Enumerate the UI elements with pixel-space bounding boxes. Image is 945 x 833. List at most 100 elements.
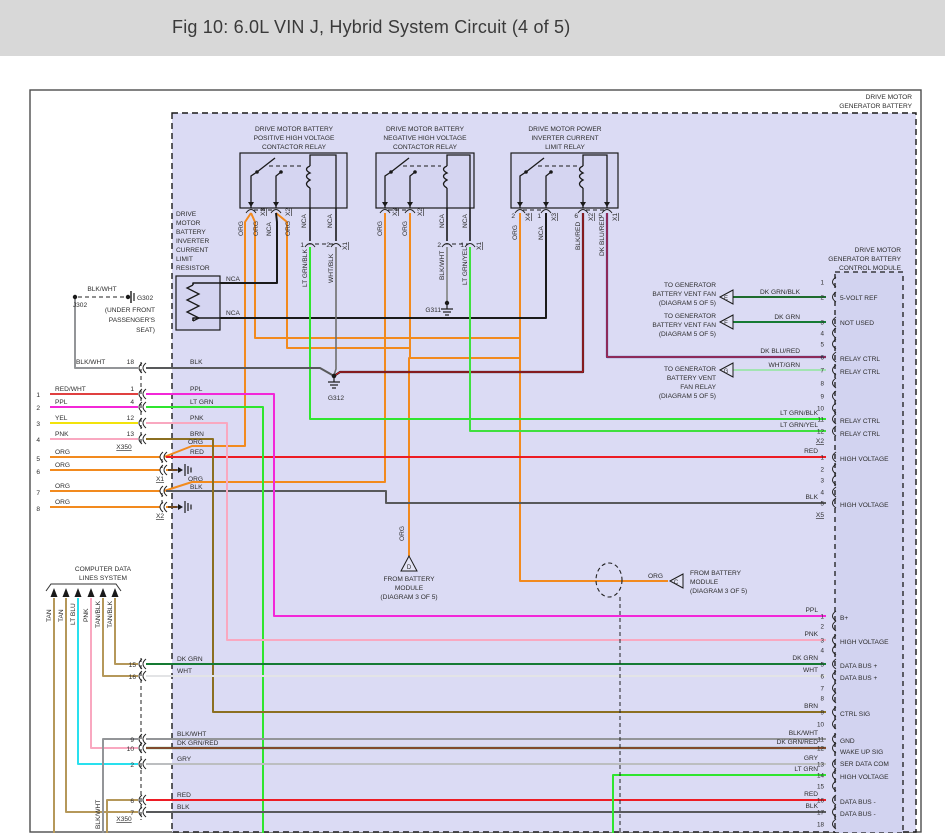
module-pin-a-number-5: 5: [820, 342, 824, 349]
label-g302: G302: [137, 295, 153, 302]
label-x350: X350: [116, 444, 132, 451]
label-drive-motor: DRIVE MOTOR: [866, 94, 913, 101]
label-data-bus: DATA BUS -: [840, 811, 876, 818]
label-to-generator: TO GENERATOR: [664, 313, 716, 320]
label-dk-grn: DK GRN: [792, 655, 818, 662]
label-red: RED: [190, 449, 204, 456]
label-e: E: [724, 296, 728, 302]
label-tan: TAN: [58, 609, 65, 622]
label-b: B+: [840, 615, 848, 622]
label-org: ORG: [188, 476, 203, 483]
relay2-internal-dot2: [413, 170, 417, 174]
label-nca: NCA: [266, 221, 273, 236]
module-pin-a-number-2: 2: [820, 295, 824, 302]
label-diagram-5-of-5: (DIAGRAM 5 OF 5): [659, 331, 716, 338]
label-relay-ctrl: RELAY CTRL: [840, 431, 880, 438]
label-blk: BLK: [190, 484, 203, 491]
label-gry: GRY: [804, 755, 819, 762]
label-wht: WHT: [803, 667, 818, 674]
label-fan-relay: FAN RELAY: [680, 384, 716, 391]
label-battery-vent-fan: BATTERY VENT FAN: [652, 322, 716, 329]
label-nca: NCA: [301, 213, 308, 228]
label-g312: G312: [328, 395, 344, 402]
module-pin-c-number-5: 5: [820, 662, 824, 669]
label-battery-vent-fan: BATTERY VENT FAN: [652, 291, 716, 298]
label-c: C: [674, 580, 679, 586]
label-g311: G311: [425, 307, 441, 314]
label-to-generator: TO GENERATOR: [664, 282, 716, 289]
module-pin-a-number-8: 8: [820, 381, 824, 388]
label-lt-grn-blk: LT GRN/BLK: [780, 410, 818, 417]
label-org: ORG: [55, 462, 70, 469]
label-nca: NCA: [226, 310, 241, 317]
label-data-bus: DATA BUS -: [840, 799, 876, 806]
wire-org-relay2b: [409, 213, 410, 556]
label-diagram-3-of-5: (DIAGRAM 3 OF 5): [690, 588, 747, 595]
label-current: CURRENT: [176, 247, 208, 254]
module-pin-a-number-3: 3: [820, 320, 824, 327]
label-dk-grn: DK GRN: [774, 314, 800, 321]
wiring-diagram: 1234567891011121234512345678910111213141…: [0, 0, 945, 833]
label-pnk: PNK: [83, 608, 90, 622]
label-drive: DRIVE: [176, 211, 197, 218]
label-nca: NCA: [439, 213, 446, 228]
label-passenger-s: PASSENGER'S: [109, 317, 156, 324]
label-high-voltage: HIGH VOLTAGE: [840, 639, 889, 646]
label-high-voltage: HIGH VOLTAGE: [840, 456, 889, 463]
label-inverter: INVERTER: [176, 238, 209, 245]
label-resistor: RESISTOR: [176, 265, 210, 272]
label-x4: X4: [525, 213, 532, 221]
label-ppl: PPL: [190, 386, 203, 393]
label-pnk: PNK: [190, 415, 204, 422]
label-x5: X5: [816, 512, 824, 519]
module-pin-b-number-4: 4: [820, 490, 824, 497]
label-x2: X2: [156, 513, 164, 520]
label-org: ORG: [253, 221, 260, 236]
label-10: 10: [127, 746, 135, 753]
junction-dot-2: [332, 374, 336, 378]
label-positive-high-voltage: POSITIVE HIGH VOLTAGE: [254, 135, 335, 142]
module-pin-c-number-3: 3: [820, 638, 824, 645]
label-blk-wht: BLK/WHT: [87, 286, 116, 293]
label-negative-high-voltage: NEGATIVE HIGH VOLTAGE: [383, 135, 467, 142]
label-drive-motor-power: DRIVE MOTOR POWER: [528, 126, 601, 133]
module-pin-c-number-11: 11: [817, 737, 824, 744]
label-tan-blk: TAN/BLK: [95, 600, 102, 628]
module-pin-a-number-10: 10: [817, 406, 825, 413]
label-relay-ctrl: RELAY CTRL: [840, 356, 880, 363]
module-pin-c-number-16: 16: [817, 798, 825, 805]
resistor-box: [176, 276, 220, 330]
label-lt-grn-blk: LT GRN/BLK: [302, 249, 309, 287]
module-pin-c-number-7: 7: [820, 686, 824, 693]
module-pin-c-number-14: 14: [817, 773, 825, 780]
label-contactor-relay: CONTACTOR RELAY: [393, 144, 458, 151]
label-3: 3: [36, 421, 40, 428]
module-pin-a-number-4: 4: [820, 331, 824, 338]
relay3-box: [511, 153, 618, 208]
module-pin-c-number-8: 8: [820, 696, 824, 703]
label-not-used: NOT USED: [840, 320, 874, 327]
label-from-battery: FROM BATTERY: [690, 570, 742, 577]
label-x1: X1: [342, 242, 349, 250]
label-x1: X1: [612, 213, 619, 221]
label-high-voltage: HIGH VOLTAGE: [840, 774, 889, 781]
label-nca: NCA: [327, 213, 334, 228]
label-diagram-5-of-5: (DIAGRAM 5 OF 5): [659, 300, 716, 307]
module-pin-b-number-1: 1: [820, 455, 824, 462]
label-7: 7: [36, 490, 40, 497]
label-blk: BLK: [177, 804, 190, 811]
label-org: ORG: [648, 573, 663, 580]
label-ser-data-com: SER DATA COM: [840, 761, 889, 768]
label-org: ORG: [55, 449, 70, 456]
label-blk-wht: BLK/WHT: [76, 359, 105, 366]
label-2: 2: [511, 213, 515, 220]
label-x2: X2: [816, 438, 824, 445]
module-pin-c-number-9: 9: [820, 710, 824, 717]
label-1: 1: [537, 213, 541, 220]
label-under-front: (UNDER FRONT: [105, 307, 155, 314]
relay1-internal-dot2: [279, 170, 283, 174]
label-relay-ctrl: RELAY CTRL: [840, 369, 880, 376]
label-x2: X2: [588, 213, 595, 221]
label-ppl: PPL: [806, 607, 819, 614]
label-drive-motor-battery: DRIVE MOTOR BATTERY: [255, 126, 334, 133]
